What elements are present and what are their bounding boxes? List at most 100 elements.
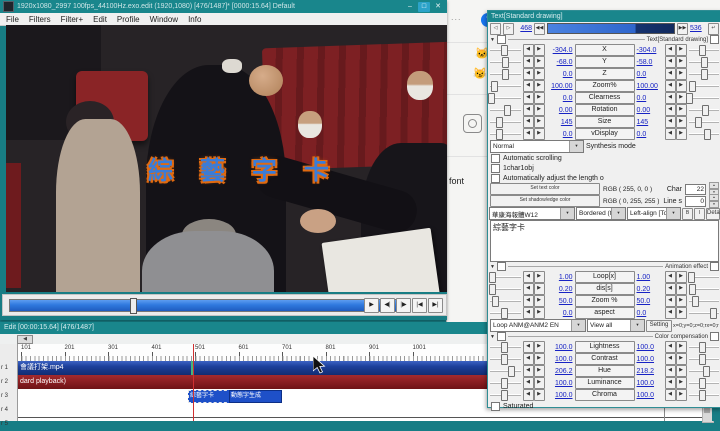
param-label-button[interactable]: Zoom% [574,80,635,92]
param-value-left[interactable]: 0.0 [547,131,573,138]
go-end-button[interactable]: ▶| [428,298,443,313]
param-slider[interactable] [490,308,521,319]
param-value-right[interactable]: -58.0 [637,59,663,66]
param-slider[interactable] [688,378,719,389]
setting-button[interactable]: Setting [646,319,672,332]
set-text-color-button[interactable]: Set text color [490,183,600,195]
slider-thumb[interactable] [487,93,495,104]
spin-right-button[interactable]: ▶ [533,389,545,401]
spin-right-button[interactable]: ▶ [533,341,545,353]
layer-label[interactable]: r 4 [1,403,16,417]
spin-value-input[interactable]: 0 [685,195,706,207]
spin-left-button[interactable]: ◀ [522,104,534,116]
spin-right-button[interactable]: ▶ [675,271,687,283]
spin-right-button[interactable]: ▶ [675,389,687,401]
instagram-icon[interactable] [463,114,482,133]
enter-button[interactable]: ↵ [708,22,719,35]
spin-left-button[interactable]: ◀ [664,104,676,116]
param-value-left[interactable]: 1.00 [547,274,573,281]
slider-thumb[interactable] [503,105,511,116]
param-label-button[interactable]: Chroma [574,389,635,401]
italic-button[interactable]: I [694,207,705,220]
slider-thumb[interactable] [495,129,503,140]
slider-thumb[interactable] [488,272,496,283]
layer-label[interactable]: r 2 [1,375,16,389]
text-object[interactable]: 動態字生成 [229,390,282,403]
param-value-right[interactable]: 0.0 [637,310,663,317]
spin-left-button[interactable]: ◀ [522,353,534,365]
param-slider[interactable] [688,69,719,80]
spin-left-button[interactable]: ◀ [522,128,534,140]
spin-left-button[interactable]: ◀ [664,128,676,140]
param-value-right[interactable]: 100.0 [637,380,663,387]
spin-right-button[interactable]: ▶ [675,92,687,104]
main-titlebar[interactable]: 1920x1080_2997 100fps_44100Hz.exo.edit (… [0,0,447,13]
param-label-button[interactable]: dis[s] [574,283,635,295]
spin-right-button[interactable]: ▶ [675,295,687,307]
spin-right-button[interactable]: ▶ [533,377,545,389]
next-object-button[interactable]: ▷ [503,22,514,35]
layer-column[interactable]: r 1r 2r 3r 4r 5 [0,344,18,427]
param-slider[interactable] [490,45,521,56]
saturated-checkbox[interactable] [491,401,500,411]
param-slider[interactable] [688,105,719,116]
spin-right-button[interactable]: ▶ [675,44,687,56]
slider-thumb[interactable] [686,93,694,104]
spin-left-button[interactable]: ◀ [664,44,676,56]
slider-thumb[interactable] [507,366,515,377]
spin-right-button[interactable]: ▶ [533,271,545,283]
param-slider[interactable] [688,342,719,353]
param-value-right[interactable]: 0.0 [637,71,663,78]
param-slider[interactable] [490,354,521,365]
play-button[interactable]: ▶ [364,298,379,313]
param-label-button[interactable]: Z [574,68,635,80]
param-slider[interactable] [688,308,719,319]
param-slider[interactable] [489,284,521,295]
spin-right-button[interactable]: ▶ [533,307,545,319]
spin-right-button[interactable]: ▶ [533,92,545,104]
param-slider[interactable] [490,81,521,92]
slider-thumb[interactable] [699,354,707,365]
spin-left-button[interactable]: ◀ [664,365,676,377]
spin-left-button[interactable]: ◀ [664,283,676,295]
maximize-button[interactable]: □ [418,1,430,12]
param-slider[interactable] [490,366,521,377]
slider-thumb[interactable] [703,129,711,140]
param-slider[interactable] [490,57,521,68]
param-slider[interactable] [688,354,719,365]
slider-thumb[interactable] [502,57,510,68]
spin-right-button[interactable]: ▶ [675,56,687,68]
param-label-button[interactable]: Rotation [574,104,635,116]
section-checkbox[interactable] [496,332,506,341]
spin-left-button[interactable]: ◀ [522,116,534,128]
param-value-left[interactable]: 0.0 [547,310,573,317]
synthesis-mode-select[interactable]: Normal ▼ [490,140,584,153]
slider-thumb[interactable] [489,284,497,295]
spin-left-button[interactable]: ◀ [664,389,676,401]
menu-filter[interactable]: Filter+ [61,15,83,24]
param-label-button[interactable]: Zoom % [574,295,635,307]
param-value-left[interactable]: 145 [547,119,573,126]
slider-thumb[interactable] [688,284,696,295]
param-value-right[interactable]: 0.00 [637,107,663,114]
spin-left-button[interactable]: ◀ [664,56,676,68]
go-start-button[interactable]: |◀ [412,298,427,313]
param-slider[interactable] [488,272,521,283]
spin-right-button[interactable]: ▶ [675,283,687,295]
spin-right-button[interactable]: ▶ [675,116,687,128]
spin-left-button[interactable]: ◀ [522,56,534,68]
layer-label[interactable]: r 1 [1,361,16,375]
param-label-button[interactable]: X [574,44,635,56]
param-slider[interactable] [688,117,719,128]
playhead[interactable] [193,344,194,421]
param-value-right[interactable]: 218.2 [637,368,663,375]
slider-thumb[interactable] [500,390,508,401]
step-back-button[interactable]: ◀◀ [534,22,545,35]
slider-thumb[interactable] [709,308,717,319]
param-slider[interactable] [688,81,719,92]
spin-left-button[interactable]: ◀ [522,92,534,104]
param-slider[interactable] [688,390,719,401]
param-value-left[interactable]: 0.20 [547,286,573,293]
spin-right-button[interactable]: ▶ [675,365,687,377]
slider-thumb[interactable] [700,69,708,80]
